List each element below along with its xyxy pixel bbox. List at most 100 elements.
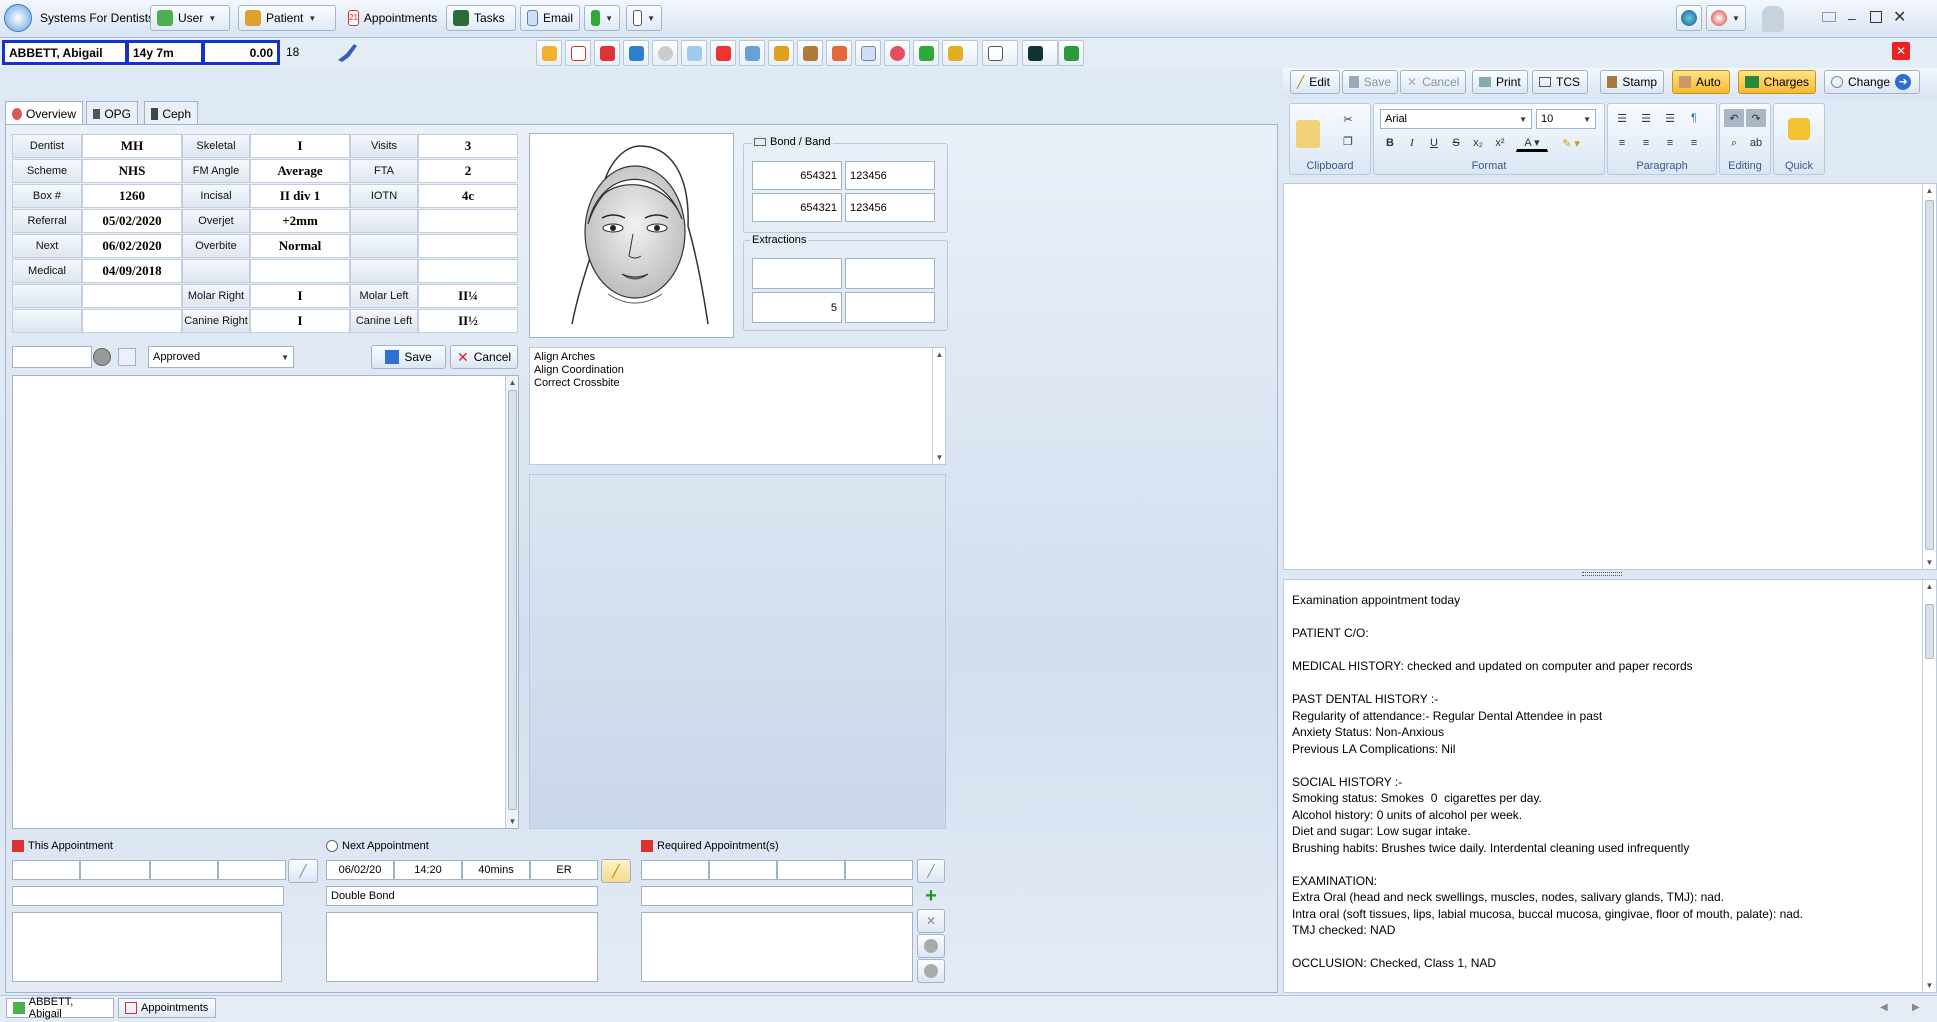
align-center-icon[interactable]: ≡ — [1636, 134, 1656, 152]
calculator-icon[interactable] — [118, 348, 136, 366]
tasks-menu-button[interactable]: Tasks — [446, 5, 516, 31]
grid-value-cell[interactable]: +2mm — [250, 209, 350, 233]
bond-upper-left[interactable]: 123456 — [845, 161, 935, 190]
strikethrough-icon[interactable]: S — [1446, 134, 1466, 152]
grid-value-cell[interactable]: II½ — [418, 309, 518, 333]
req-appt-type[interactable] — [641, 886, 913, 906]
bond-lower-right[interactable]: 654321 — [752, 193, 842, 222]
req-appt-time[interactable] — [709, 860, 777, 880]
card-tool-button[interactable] — [855, 40, 881, 66]
calendar-tool-button[interactable] — [565, 40, 591, 66]
wallet-tool-button[interactable] — [797, 40, 823, 66]
tab-opg[interactable]: OPG — [86, 101, 138, 125]
align-right-icon[interactable]: ≡ — [1660, 134, 1680, 152]
italic-icon[interactable]: I — [1402, 134, 1422, 152]
editor-document[interactable] — [1283, 183, 1937, 570]
subscript-icon[interactable]: x₂ — [1468, 134, 1488, 152]
this-appt-code[interactable] — [218, 860, 286, 880]
scroll-up-icon[interactable]: ▲ — [506, 378, 519, 387]
close-icon[interactable]: ✕ — [1893, 7, 1906, 27]
scroll-right-icon[interactable]: ▶ — [1912, 1002, 1920, 1013]
next-appt-notes[interactable] — [326, 912, 598, 982]
scroll-down-icon[interactable]: ▼ — [933, 453, 946, 462]
maximize-icon[interactable] — [1870, 11, 1882, 23]
scroll-thumb[interactable] — [508, 390, 517, 810]
status-text-field[interactable] — [12, 346, 92, 368]
this-appt-edit-button[interactable]: ╱ — [288, 859, 318, 883]
charges-button[interactable]: Charges — [1738, 70, 1816, 94]
splitter-handle[interactable] — [1582, 572, 1622, 576]
minimize-icon[interactable]: – — [1848, 10, 1856, 26]
print-button[interactable]: Print — [1472, 70, 1528, 94]
grid-value-cell[interactable]: II div 1 — [250, 184, 350, 208]
home-tool-button[interactable] — [536, 40, 562, 66]
edit-button[interactable]: ╱ Edit — [1290, 70, 1340, 94]
grid-value-cell[interactable]: II¼ — [418, 284, 518, 308]
record-icon[interactable] — [93, 348, 111, 366]
req-move-up-button[interactable] — [917, 934, 945, 958]
save-button[interactable]: Save — [371, 345, 446, 369]
grid-value-cell[interactable]: 06/02/2020 — [82, 234, 182, 258]
user-menu-button[interactable]: User ▼ — [150, 5, 230, 31]
notes-scrollbar[interactable]: ▲ ▼ — [505, 376, 518, 828]
stamp-button[interactable]: Stamp — [1600, 70, 1664, 94]
dental-chair-icon[interactable] — [334, 40, 360, 64]
auto-button[interactable]: Auto — [1672, 70, 1730, 94]
quick-parts-icon[interactable] — [1788, 118, 1810, 140]
bold-icon[interactable]: B — [1380, 134, 1400, 152]
next-appt-duration[interactable]: 40mins — [462, 860, 530, 880]
bond-lower-left[interactable]: 123456 — [845, 193, 935, 222]
editor-scrollbar[interactable]: ▲ ▼ — [1922, 184, 1935, 569]
treatment-aims-list[interactable]: Align Arches Align Coordination Correct … — [529, 347, 946, 465]
scroll-up-icon[interactable]: ▲ — [933, 350, 946, 359]
notes-doc-scrollbar[interactable]: ▲ ▼ — [1922, 580, 1935, 992]
font-select[interactable]: Arial ▼ — [1380, 109, 1532, 129]
grid-value-cell[interactable]: 3 — [418, 134, 518, 158]
this-appt-duration[interactable] — [150, 860, 218, 880]
req-edit-button[interactable]: ╱ — [917, 859, 945, 883]
examination-notes-document[interactable]: Examination appointment today PATIENT C/O… — [1283, 579, 1937, 993]
layout-tool-button[interactable] — [982, 40, 1018, 66]
status-select[interactable]: Approved ▼ — [148, 346, 294, 368]
find-icon[interactable]: ⌕ — [1724, 134, 1744, 152]
help-button[interactable]: ▼ — [1706, 5, 1746, 31]
appointments-window-tab[interactable]: Appointments — [118, 998, 216, 1018]
grid-value-cell[interactable] — [250, 259, 350, 283]
patient-menu-button[interactable]: Patient ▼ — [238, 5, 336, 31]
grid-value-cell[interactable]: 4c — [418, 184, 518, 208]
attach-tool-button[interactable] — [739, 40, 765, 66]
multilevel-icon[interactable]: ☰ — [1660, 109, 1680, 127]
document-tool-button[interactable] — [681, 40, 707, 66]
grid-value-cell[interactable]: MH — [82, 134, 182, 158]
req-appt-duration[interactable] — [777, 860, 845, 880]
clinical-notes-textarea[interactable] — [12, 375, 519, 829]
patient-name[interactable]: ABBETT, Abigail — [2, 40, 128, 65]
grid-value-cell[interactable]: NHS — [82, 159, 182, 183]
patient-window-tab[interactable]: ABBETT, Abigail — [6, 996, 114, 1020]
editor-save-button[interactable]: Save — [1342, 70, 1398, 94]
this-appt-type[interactable] — [12, 886, 284, 906]
highlight-icon[interactable]: ✎ ▾ — [1554, 134, 1588, 152]
next-appt-code[interactable]: ER — [530, 860, 598, 880]
next-appt-edit-button[interactable]: ╱ — [601, 859, 631, 883]
scroll-up-icon[interactable]: ▲ — [1923, 186, 1936, 195]
scroll-down-icon[interactable]: ▼ — [1923, 981, 1936, 990]
numbering-icon[interactable]: ☰ — [1636, 109, 1656, 127]
redo-icon[interactable]: ↷ — [1746, 109, 1766, 127]
scroll-up-icon[interactable]: ▲ — [1923, 582, 1936, 591]
profile-photo[interactable] — [529, 133, 734, 338]
req-delete-button[interactable]: ✕ — [917, 909, 945, 933]
grid-value-cell[interactable]: I — [250, 284, 350, 308]
grid-value-cell[interactable] — [418, 234, 518, 258]
image-preview-area[interactable] — [529, 474, 946, 829]
next-appt-time[interactable]: 14:20 — [394, 860, 462, 880]
tcs-button[interactable]: TCS — [1532, 70, 1588, 94]
grid-value-cell[interactable] — [418, 259, 518, 283]
req-appt-code[interactable] — [845, 860, 913, 880]
grid-value-cell[interactable]: 2 — [418, 159, 518, 183]
replace-icon[interactable]: ab — [1746, 134, 1766, 152]
req-appt-date[interactable] — [641, 860, 709, 880]
aims-scrollbar[interactable]: ▲ ▼ — [932, 348, 945, 464]
restore-icon[interactable] — [1822, 12, 1836, 22]
req-appt-notes[interactable] — [641, 912, 913, 982]
